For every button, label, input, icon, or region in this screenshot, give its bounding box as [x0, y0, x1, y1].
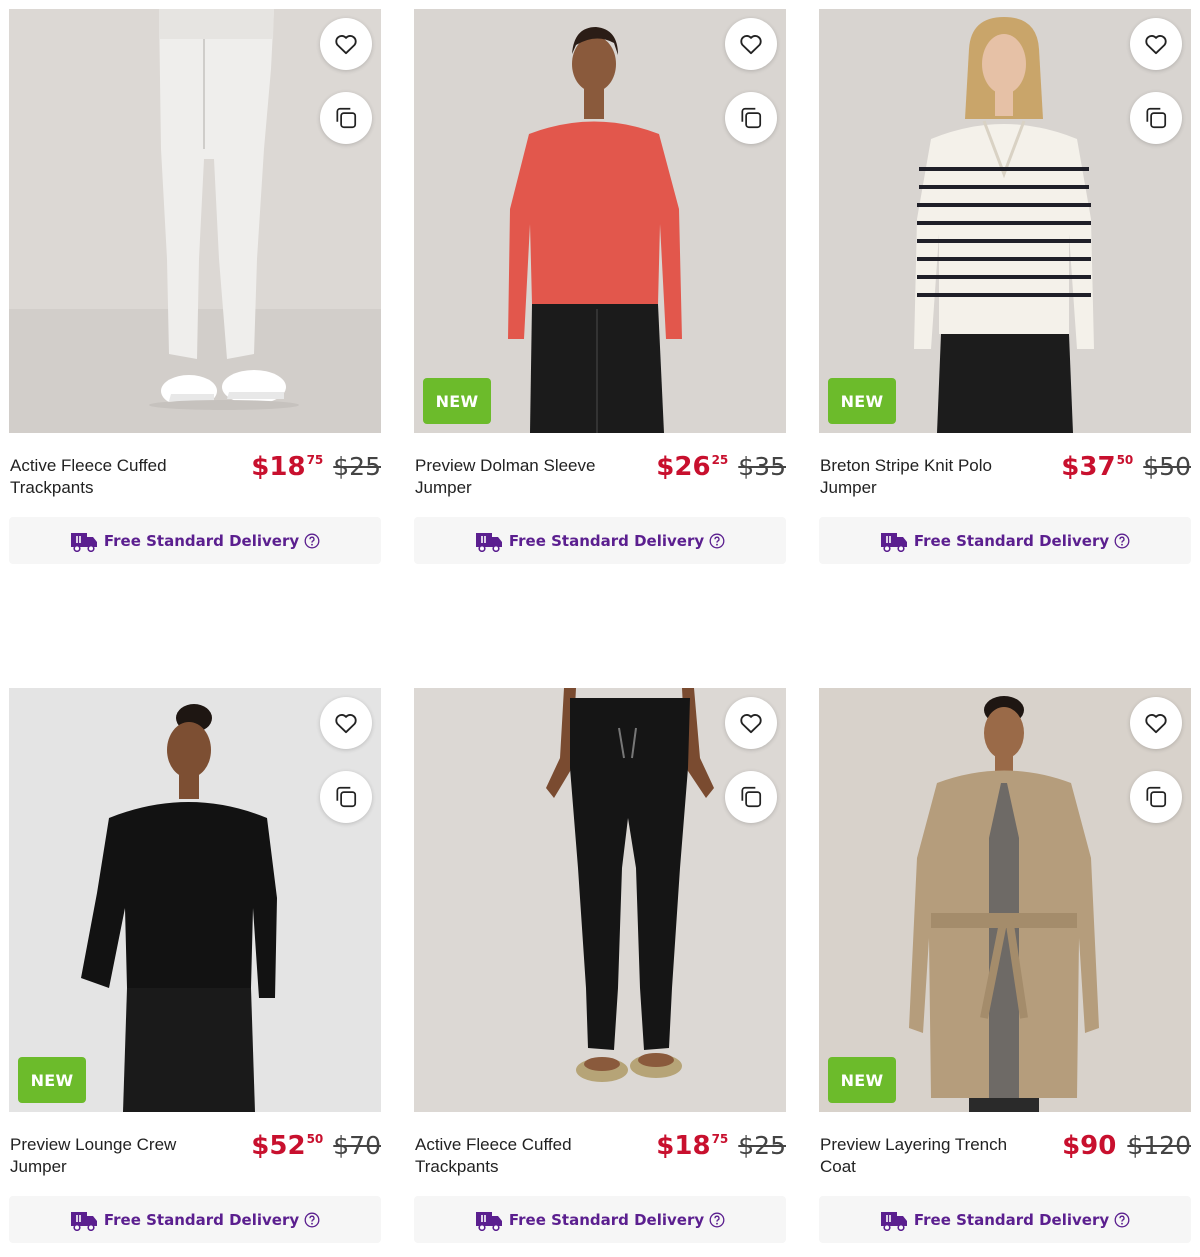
- compare-button[interactable]: [1130, 771, 1182, 823]
- was-price: $35: [738, 452, 786, 481]
- product-image[interactable]: [9, 9, 381, 433]
- price: $3750 $50: [1061, 451, 1191, 485]
- help-circle-icon[interactable]: [1114, 533, 1130, 549]
- heart-icon: [1145, 714, 1167, 734]
- product-card[interactable]: NEW Preview Dolman Sleeve Jumper $2625 $3…: [414, 9, 786, 565]
- compare-button[interactable]: [320, 771, 372, 823]
- sale-price-cents: 50: [306, 1132, 324, 1146]
- sale-price: $90: [1062, 1131, 1117, 1161]
- was-price: $25: [333, 452, 381, 481]
- new-badge: NEW: [828, 1057, 896, 1103]
- delivery-truck-icon: [475, 532, 502, 552]
- help-circle-icon[interactable]: [304, 1212, 320, 1228]
- new-badge: NEW: [423, 378, 491, 424]
- product-card[interactable]: NEW Preview Lounge Crew Jumper $5250 $70 …: [9, 688, 381, 1244]
- compare-icon: [336, 786, 357, 808]
- compare-button[interactable]: [725, 771, 777, 823]
- was-price: $25: [738, 1131, 786, 1160]
- price: $90 $120: [1062, 1130, 1191, 1164]
- delivery-truck-icon: [70, 532, 97, 552]
- compare-button[interactable]: [725, 92, 777, 144]
- product-image[interactable]: [414, 688, 786, 1112]
- sale-price-cents: 50: [1116, 453, 1134, 467]
- new-badge: NEW: [828, 378, 896, 424]
- model-photo: [414, 688, 786, 1112]
- delivery-label: Free Standard Delivery: [913, 1210, 1110, 1229]
- delivery-label: Free Standard Delivery: [913, 531, 1110, 550]
- product-name[interactable]: Active Fleece Cuffed Trackpants: [10, 455, 220, 499]
- compare-icon: [741, 107, 762, 129]
- free-delivery-banner[interactable]: Free Standard Delivery: [414, 1196, 786, 1243]
- wishlist-button[interactable]: [725, 18, 777, 70]
- free-delivery-banner[interactable]: Free Standard Delivery: [9, 517, 381, 564]
- sale-price: $18: [251, 452, 306, 482]
- product-name[interactable]: Preview Layering Trench Coat: [820, 1134, 1030, 1178]
- delivery-label: Free Standard Delivery: [508, 1210, 705, 1229]
- product-card[interactable]: NEW Breton Stripe Knit Polo Jumper $3750…: [819, 9, 1191, 565]
- heart-icon: [335, 35, 357, 55]
- delivery-truck-icon: [475, 1211, 502, 1231]
- heart-icon: [335, 714, 357, 734]
- heart-icon: [1145, 35, 1167, 55]
- was-price: $70: [333, 1131, 381, 1160]
- compare-icon: [1146, 107, 1167, 129]
- sale-price-cents: 25: [711, 453, 729, 467]
- wishlist-button[interactable]: [320, 697, 372, 749]
- compare-button[interactable]: [320, 92, 372, 144]
- model-photo: [9, 9, 381, 433]
- compare-icon: [1146, 786, 1167, 808]
- product-image[interactable]: NEW: [819, 9, 1191, 433]
- compare-button[interactable]: [1130, 92, 1182, 144]
- model-photo: [9, 688, 381, 1112]
- product-name[interactable]: Preview Lounge Crew Jumper: [10, 1134, 220, 1178]
- new-badge: NEW: [18, 1057, 86, 1103]
- model-photo: [819, 688, 1191, 1112]
- product-image[interactable]: NEW: [819, 688, 1191, 1112]
- compare-icon: [336, 107, 357, 129]
- free-delivery-banner[interactable]: Free Standard Delivery: [819, 1196, 1191, 1243]
- sale-price: $52: [251, 1131, 306, 1161]
- was-price: $120: [1127, 1131, 1191, 1160]
- help-circle-icon[interactable]: [1114, 1212, 1130, 1228]
- was-price: $50: [1143, 452, 1191, 481]
- free-delivery-banner[interactable]: Free Standard Delivery: [9, 1196, 381, 1243]
- free-delivery-banner[interactable]: Free Standard Delivery: [414, 517, 786, 564]
- sale-price: $37: [1061, 452, 1116, 482]
- help-circle-icon[interactable]: [709, 1212, 725, 1228]
- price: $1875 $25: [251, 451, 381, 485]
- price: $1875 $25: [656, 1130, 786, 1164]
- price: $2625 $35: [656, 451, 786, 485]
- wishlist-button[interactable]: [320, 18, 372, 70]
- free-delivery-banner[interactable]: Free Standard Delivery: [819, 517, 1191, 564]
- delivery-label: Free Standard Delivery: [103, 1210, 300, 1229]
- delivery-truck-icon: [880, 532, 907, 552]
- product-image[interactable]: NEW: [9, 688, 381, 1112]
- compare-icon: [741, 786, 762, 808]
- heart-icon: [740, 714, 762, 734]
- product-name[interactable]: Active Fleece Cuffed Trackpants: [415, 1134, 625, 1178]
- wishlist-button[interactable]: [725, 697, 777, 749]
- product-card[interactable]: Active Fleece Cuffed Trackpants $1875 $25…: [9, 9, 381, 565]
- sale-price: $26: [656, 452, 711, 482]
- product-image[interactable]: NEW: [414, 9, 786, 433]
- heart-icon: [740, 35, 762, 55]
- delivery-label: Free Standard Delivery: [103, 531, 300, 550]
- product-card[interactable]: Active Fleece Cuffed Trackpants $1875 $25…: [414, 688, 786, 1244]
- price: $5250 $70: [251, 1130, 381, 1164]
- product-name[interactable]: Preview Dolman Sleeve Jumper: [415, 455, 625, 499]
- help-circle-icon[interactable]: [304, 533, 320, 549]
- delivery-label: Free Standard Delivery: [508, 531, 705, 550]
- wishlist-button[interactable]: [1130, 18, 1182, 70]
- sale-price: $18: [656, 1131, 711, 1161]
- model-photo: [414, 9, 786, 433]
- help-circle-icon[interactable]: [709, 533, 725, 549]
- sale-price-cents: 75: [711, 1132, 729, 1146]
- model-photo: [819, 9, 1191, 433]
- product-card[interactable]: NEW Preview Layering Trench Coat $90 $120…: [819, 688, 1191, 1244]
- product-name[interactable]: Breton Stripe Knit Polo Jumper: [820, 455, 1030, 499]
- sale-price-cents: 75: [306, 453, 324, 467]
- delivery-truck-icon: [880, 1211, 907, 1231]
- delivery-truck-icon: [70, 1211, 97, 1231]
- wishlist-button[interactable]: [1130, 697, 1182, 749]
